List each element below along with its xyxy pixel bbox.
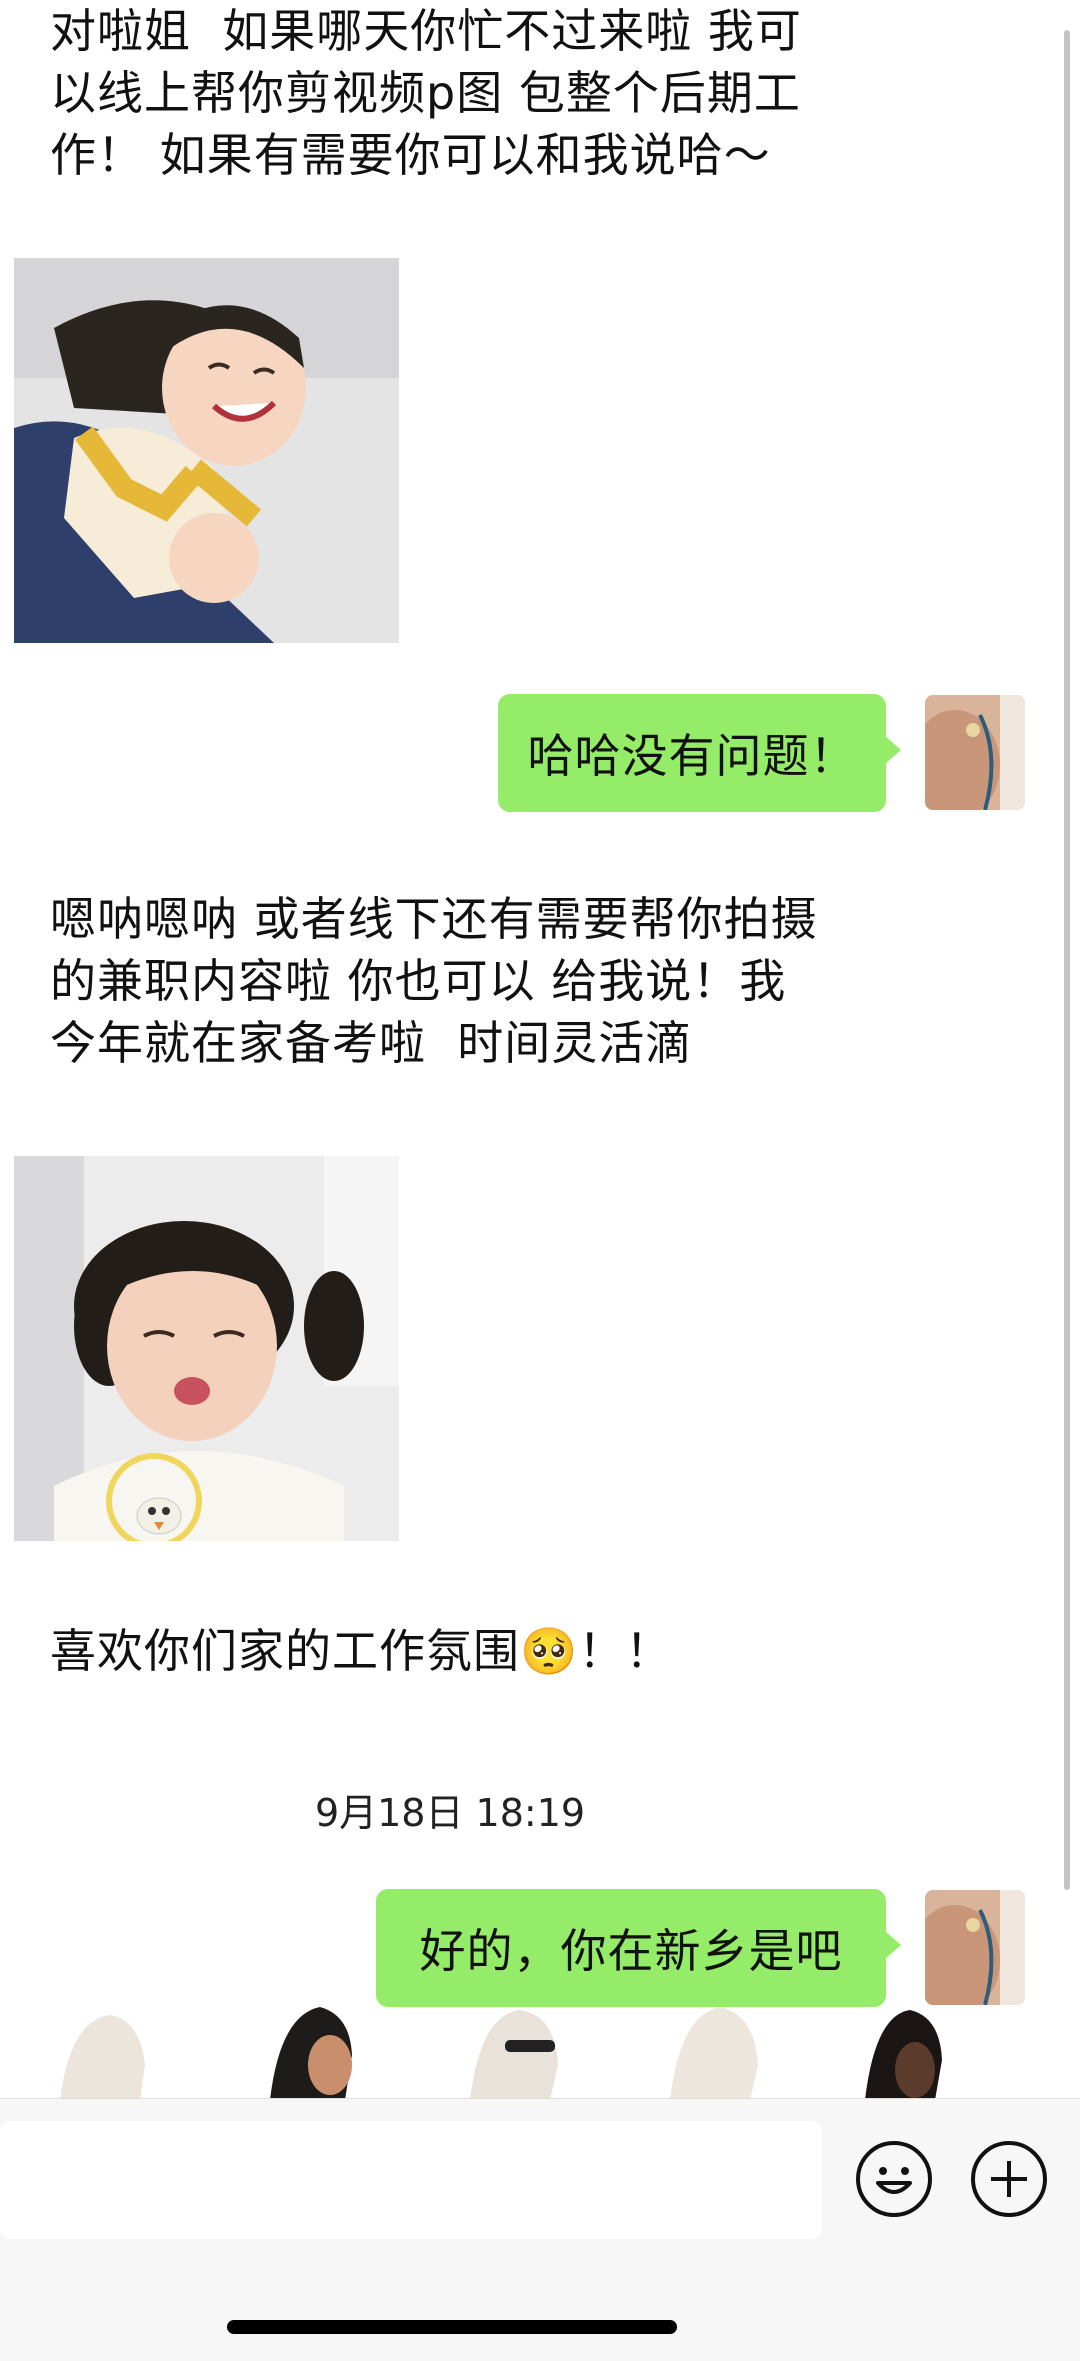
- plus-icon: [991, 2161, 1027, 2197]
- sent-message-bubble[interactable]: 哈哈没有问题！: [498, 694, 901, 812]
- chat-screen: 对啦姐 如果哪天你忙不过来啦 我可 以线上帮你剪视频p图 包整个后期工 作！ 如…: [0, 0, 1080, 2361]
- sticker-image[interactable]: [14, 258, 399, 643]
- model-heads-icon: [60, 2007, 942, 2100]
- received-message-text: 喜欢你们家的工作氛围🥺！！: [50, 1620, 672, 1682]
- smiling-girl-sticker-icon: [14, 258, 399, 643]
- home-indicator[interactable]: [227, 2320, 677, 2334]
- sent-message-bubble[interactable]: 好的，你在新乡是吧: [376, 1889, 901, 2007]
- pouting-girl-sticker-icon: [14, 1156, 399, 1541]
- avatar-image-icon: [925, 695, 1025, 810]
- emoji-button[interactable]: [856, 2141, 932, 2217]
- my-avatar[interactable]: [925, 1890, 1025, 2005]
- message-suffix: ！！: [578, 1624, 673, 1678]
- received-message-text: 嗯呐嗯呐 或者线下还有需要帮你拍摄 的兼职内容啦 你也可以 给我说！我 今年就在…: [50, 892, 818, 1070]
- pleading-face-emoji: 🥺: [520, 1624, 579, 1678]
- timestamp: 9月18日 18:19: [314, 1791, 586, 1835]
- scrollbar[interactable]: [1064, 30, 1070, 1890]
- more-button[interactable]: [971, 2141, 1047, 2217]
- avatar-image-icon: [925, 1890, 1025, 2005]
- sticker-image[interactable]: [14, 1156, 399, 1541]
- message-input[interactable]: [0, 2121, 822, 2239]
- partial-image-strip: [0, 1995, 1080, 2100]
- smiley-face-icon: [876, 2167, 912, 2194]
- received-message-text: 对啦姐 如果哪天你忙不过来啦 我可 以线上帮你剪视频p图 包整个后期工 作！ 如…: [50, 4, 802, 182]
- message-text: 喜欢你们家的工作氛围: [50, 1624, 520, 1678]
- my-avatar[interactable]: [925, 695, 1025, 810]
